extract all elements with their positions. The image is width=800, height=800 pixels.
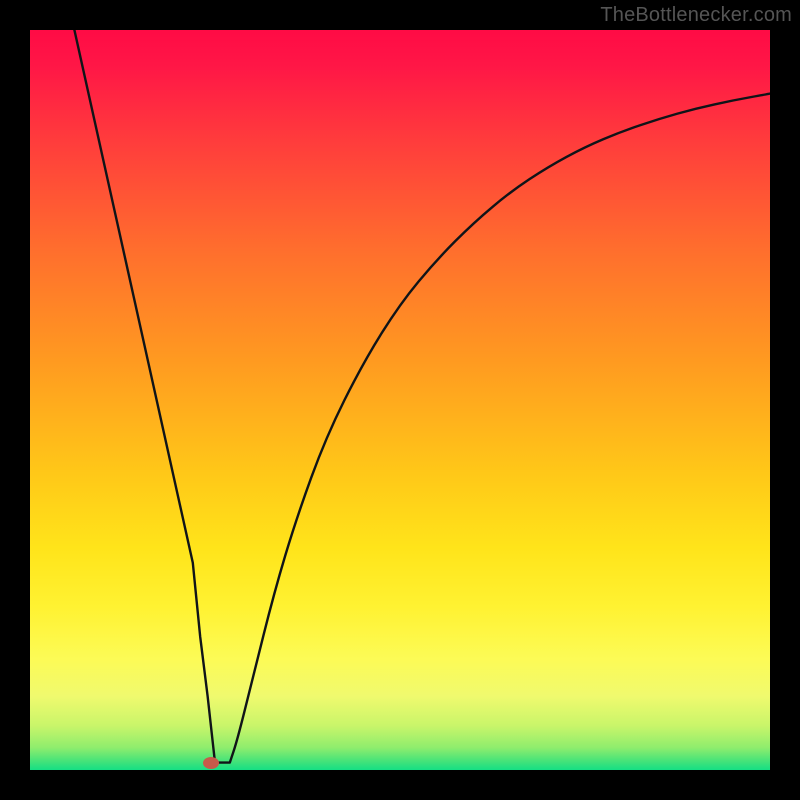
- watermark-label: TheBottlenecker.com: [600, 4, 792, 27]
- plot-area: [30, 30, 770, 770]
- bottleneck-curve: [30, 30, 770, 770]
- chart-frame: TheBottlenecker.com: [0, 0, 800, 800]
- optimal-point-marker: [203, 757, 219, 769]
- bottleneck-curve-path: [74, 30, 770, 763]
